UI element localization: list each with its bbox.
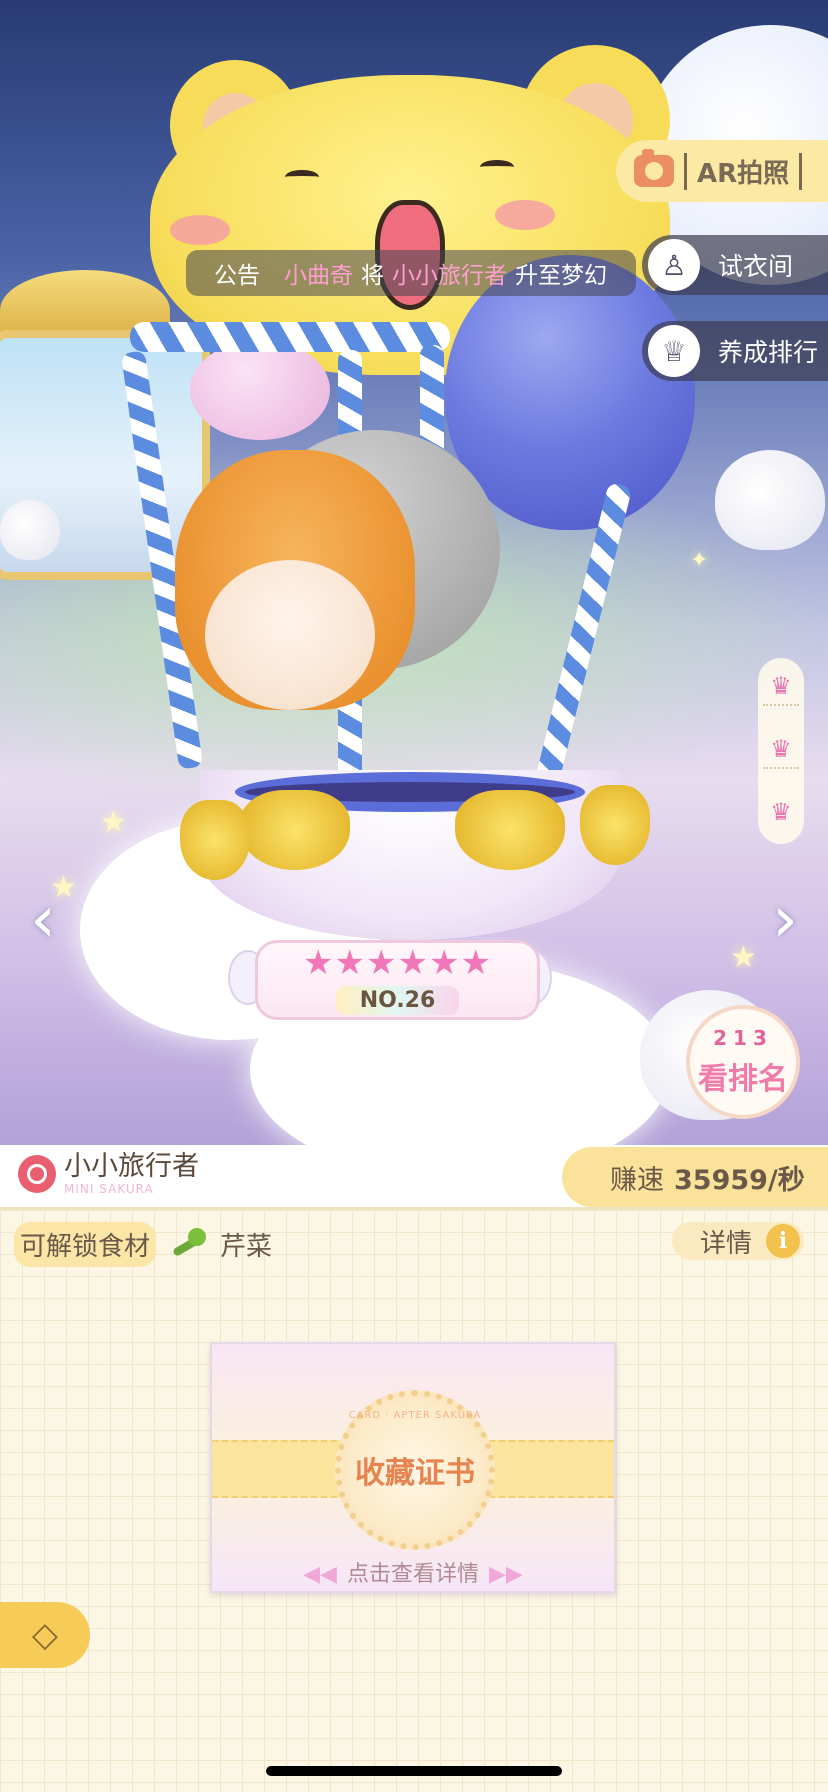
training-rank-label: 养成排行 bbox=[718, 338, 819, 367]
yellow-bow bbox=[240, 790, 350, 870]
bear-eye bbox=[480, 160, 514, 174]
sakura-logo-icon bbox=[18, 1155, 56, 1193]
sparkle-icon: ★ bbox=[730, 940, 757, 975]
star-rating: ★★★★★★ bbox=[303, 942, 492, 983]
bear-cheek bbox=[170, 215, 230, 245]
crown-icon-2[interactable]: ♛ bbox=[763, 735, 799, 769]
announcement-connector: 将 bbox=[361, 263, 384, 289]
earn-speed-badge: 赚速 35959/秒 bbox=[562, 1147, 828, 1207]
hint-arrow-right-icon: ▶▶ bbox=[489, 1562, 523, 1587]
trophy-icon: ♕ bbox=[648, 325, 700, 377]
prev-arrow-icon[interactable]: ‹ bbox=[18, 880, 68, 960]
announcement-label: 公告 bbox=[214, 263, 260, 289]
hint-arrow-left-icon: ◀◀ bbox=[303, 1562, 337, 1587]
item-number: NO.26 bbox=[335, 985, 460, 1015]
seagull bbox=[0, 500, 60, 560]
unlockable-ingredients: 可解锁食材 芹菜 bbox=[14, 1222, 272, 1267]
earn-speed-label: 赚速 bbox=[610, 1164, 664, 1196]
crown-icon-3[interactable]: ♛ bbox=[763, 798, 799, 830]
certificate-hint: ◀◀ 点击查看详情 ▶▶ bbox=[212, 1556, 614, 1588]
crown-icon-1[interactable]: ♛ bbox=[763, 672, 799, 707]
yellow-bow bbox=[180, 800, 250, 880]
podium-3: 3 bbox=[752, 1026, 773, 1050]
seal-arc-text: CARD · APTER SAKURA bbox=[348, 1410, 482, 1421]
certificate-hint-text: 点击查看详情 bbox=[346, 1562, 479, 1587]
certificate-seal: CARD · APTER SAKURA 收藏证书 bbox=[335, 1390, 495, 1550]
yellow-bow bbox=[580, 785, 650, 865]
certificate-title: 收藏证书 bbox=[355, 1456, 475, 1491]
view-rank-label: 看排名 bbox=[698, 1062, 788, 1097]
item-name: 小小旅行者 bbox=[64, 1151, 199, 1182]
ingredient-name: 芹菜 bbox=[220, 1232, 273, 1262]
info-icon: i bbox=[766, 1224, 801, 1258]
yellow-bow bbox=[455, 790, 565, 870]
announcement-suffix: 升至梦幻 bbox=[515, 263, 607, 289]
details-button[interactable]: 详情 i bbox=[672, 1222, 804, 1260]
ingredients-label: 可解锁食材 bbox=[14, 1222, 157, 1267]
sparkle-icon: ✦ bbox=[690, 548, 709, 573]
item-name-block: 小小旅行者 MINI SAKURA bbox=[18, 1152, 199, 1196]
item-name-en: MINI SAKURA bbox=[64, 1182, 154, 1196]
balloon-basket-rim-top bbox=[130, 322, 450, 352]
announcement-bar[interactable]: 公告 小曲奇 将 小小旅行者 升至梦幻 bbox=[186, 250, 636, 296]
bear-eye bbox=[285, 170, 319, 184]
podium-2: 2 bbox=[713, 1026, 734, 1050]
earn-speed-value: 35959/秒 bbox=[674, 1164, 805, 1196]
seagull bbox=[715, 450, 825, 550]
bear-cheek bbox=[495, 200, 555, 230]
fitting-room-button[interactable]: ♙ 试衣间 bbox=[642, 235, 828, 295]
ar-photo-label: AR拍照 bbox=[684, 152, 803, 190]
details-label: 详情 bbox=[700, 1228, 753, 1259]
next-arrow-icon[interactable]: › bbox=[760, 880, 810, 960]
sparkle-icon: ★ bbox=[100, 805, 127, 840]
training-rank-button[interactable]: ♕ 养成排行 bbox=[642, 321, 828, 381]
camera-icon bbox=[634, 149, 674, 187]
ar-photo-button[interactable]: AR拍照 bbox=[616, 140, 828, 202]
fitting-room-label: 试衣间 bbox=[718, 252, 794, 281]
podium-icon: 213 bbox=[713, 1026, 773, 1050]
pink-balloon bbox=[190, 340, 330, 440]
star-rank-badge: ★★★★★★ NO.26 bbox=[255, 940, 540, 1020]
home-indicator[interactable] bbox=[266, 1766, 562, 1776]
podium-1: 1 bbox=[733, 1026, 753, 1050]
crown-level-selector[interactable]: ♛ ♛ ♛ bbox=[758, 658, 804, 844]
character-face bbox=[205, 560, 375, 710]
back-icon[interactable]: ◇ bbox=[0, 1602, 90, 1668]
collection-certificate-card[interactable]: CARD · APTER SAKURA 收藏证书 ◀◀ 点击查看详情 ▶▶ bbox=[210, 1342, 616, 1593]
celery-icon bbox=[168, 1227, 208, 1262]
dress-icon: ♙ bbox=[648, 239, 700, 291]
view-rank-button[interactable]: 213 看排名 bbox=[686, 1005, 800, 1119]
announcement-player: 小曲奇 bbox=[284, 263, 353, 289]
announcement-item: 小小旅行者 bbox=[392, 263, 507, 289]
